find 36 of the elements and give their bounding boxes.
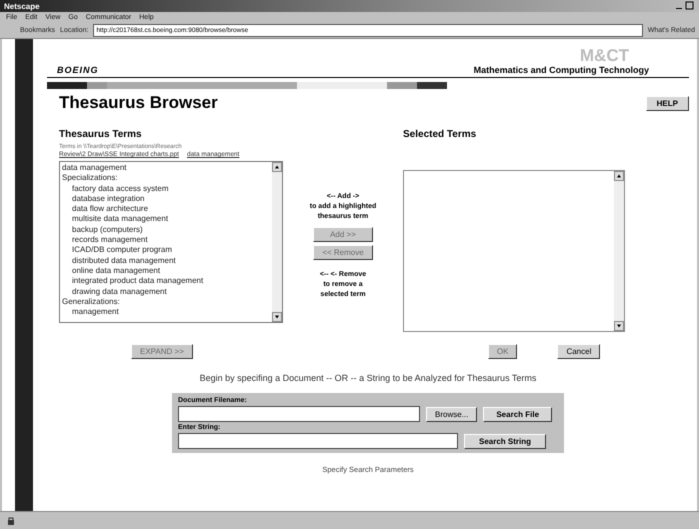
cancel-button[interactable]: Cancel xyxy=(557,344,600,359)
scroll-up-button[interactable] xyxy=(614,171,624,181)
filename-field[interactable] xyxy=(178,406,420,422)
list-item[interactable]: online data management xyxy=(62,266,270,276)
section-heading: Thesaurus Terms xyxy=(59,129,143,140)
list-item[interactable]: Generalizations: xyxy=(62,296,270,308)
list-item[interactable]: data flow architecture xyxy=(62,204,270,214)
string-field[interactable] xyxy=(178,433,458,449)
list-item[interactable]: Specializations: xyxy=(62,173,270,184)
list-item[interactable]: ICAD/DB computer program xyxy=(62,245,270,256)
search-string-button[interactable]: Search String xyxy=(464,434,546,448)
list-item[interactable]: integrated product data management xyxy=(62,276,270,287)
list-item[interactable]: factory data access system xyxy=(62,184,270,194)
list-item[interactable]: management xyxy=(62,307,270,318)
scroll-down-button[interactable] xyxy=(614,321,624,331)
list-item[interactable]: records management xyxy=(62,235,270,246)
list-item[interactable]: data management xyxy=(62,163,270,174)
page-title: Thesaurus Browser xyxy=(59,93,218,113)
help-button[interactable]: HELP xyxy=(646,96,689,110)
list-item[interactable]: database integration xyxy=(62,194,270,204)
list-item[interactable]: backup (computers) xyxy=(62,224,270,236)
tagline: Mathematics and Computing Technology xyxy=(474,65,649,75)
list-item[interactable]: multisite data management xyxy=(62,214,270,225)
list-item[interactable]: distributed data management xyxy=(62,256,270,266)
list-item[interactable]: drawing data management xyxy=(62,286,270,297)
logo: BOEING xyxy=(57,65,99,75)
scroll-up-button[interactable] xyxy=(272,162,282,172)
terms-list[interactable] xyxy=(59,161,283,323)
lock-icon xyxy=(6,516,16,526)
scroll-down-button[interactable] xyxy=(272,312,282,322)
watermark-text: M&CT xyxy=(580,47,629,65)
instruction-text: Begin by specifing a Document -- OR -- a String to be Analyzed for Thesaurus Terms xyxy=(198,373,538,383)
browse-button[interactable]: Browse... xyxy=(426,406,478,422)
section-heading: Selected Terms xyxy=(403,129,478,140)
search-file-button[interactable]: Search File xyxy=(483,406,552,422)
window-title: Netscape xyxy=(4,2,40,10)
